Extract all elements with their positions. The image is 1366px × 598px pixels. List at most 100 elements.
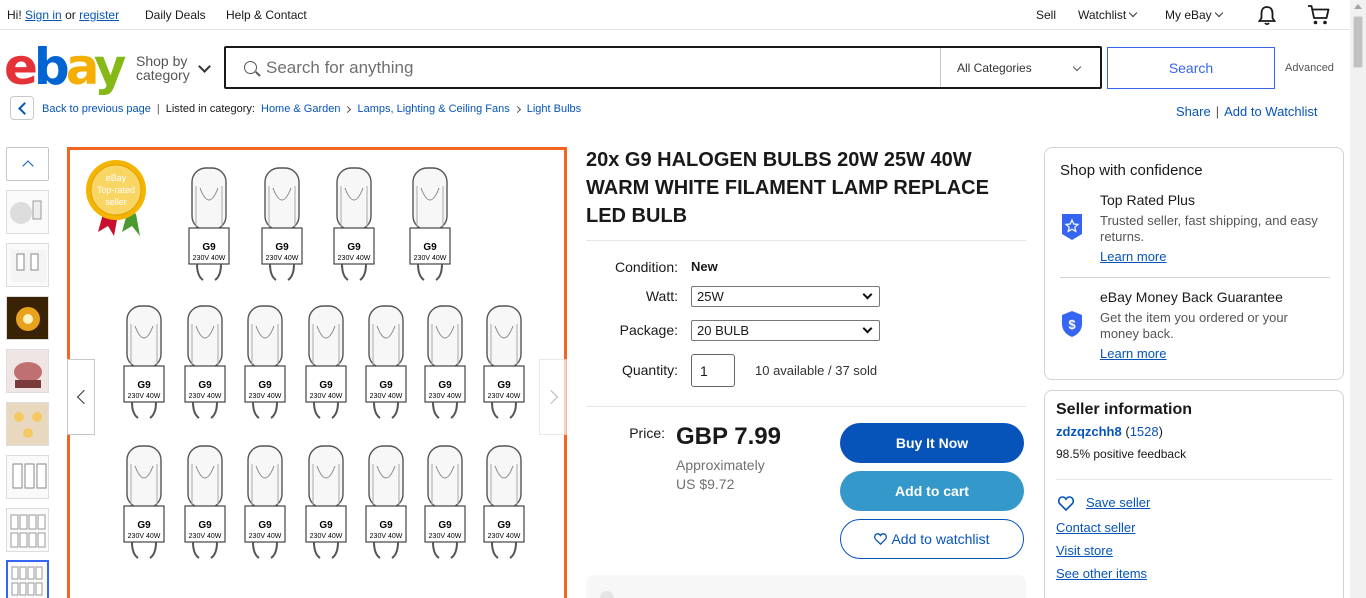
thumbnail[interactable] xyxy=(6,243,49,287)
star-shield-icon xyxy=(1062,214,1082,240)
feedback-count-link[interactable]: 1528 xyxy=(1130,424,1159,439)
quantity-input[interactable]: 1 xyxy=(691,354,735,387)
watchlist-menu[interactable]: Watchlist xyxy=(1078,8,1138,22)
add-to-watchlist-button[interactable]: Add to watchlist xyxy=(840,519,1024,559)
chevron-down-icon xyxy=(1128,8,1138,18)
svg-text:G9: G9 xyxy=(198,380,212,391)
chevron-down-icon[interactable] xyxy=(198,60,211,73)
svg-text:230V 40W: 230V 40W xyxy=(310,533,343,540)
or-text: or xyxy=(65,8,76,22)
svg-text:230V 40W: 230V 40W xyxy=(249,533,282,540)
category-select[interactable]: All Categories xyxy=(940,48,1100,87)
sell-link[interactable]: Sell xyxy=(1036,8,1056,22)
condition-label: Condition: xyxy=(614,259,678,275)
thumbnail[interactable] xyxy=(6,190,49,234)
badge-line2: Top-rated xyxy=(97,185,135,195)
svg-text:G9: G9 xyxy=(275,242,289,253)
scroll-up-icon[interactable] xyxy=(1354,4,1362,9)
daily-deals-link[interactable]: Daily Deals xyxy=(145,8,206,22)
breadcrumb-home-garden[interactable]: Home & Garden xyxy=(261,103,340,115)
chevron-down-icon xyxy=(1072,62,1082,72)
register-link[interactable]: register xyxy=(79,8,119,22)
save-seller-link[interactable]: Save seller xyxy=(1086,495,1150,510)
dollar-shield-icon: $ xyxy=(1062,311,1082,337)
buy-it-now-button[interactable]: Buy It Now xyxy=(840,423,1024,463)
svg-text:230V 40W: 230V 40W xyxy=(429,393,462,400)
chevron-down-icon xyxy=(1214,8,1223,18)
search-input[interactable] xyxy=(266,56,926,80)
add-to-watchlist-link[interactable]: Add to Watchlist xyxy=(1224,104,1317,119)
my-ebay-label: My eBay xyxy=(1165,8,1212,22)
thumbnail[interactable] xyxy=(6,455,49,499)
chevron-up-icon[interactable] xyxy=(6,147,49,181)
add-to-cart-button[interactable]: Add to cart xyxy=(840,471,1024,511)
svg-text:230V 40W: 230V 40W xyxy=(128,393,161,400)
top-utility-bar: Hi! Sign in or register Daily Deals Help… xyxy=(0,0,1350,30)
add-to-watchlist-label: Add to watchlist xyxy=(891,531,990,547)
positive-feedback: 98.5% positive feedback xyxy=(1056,447,1187,461)
next-image-button[interactable] xyxy=(539,359,567,435)
condition-value: New xyxy=(691,259,718,274)
back-to-previous-link[interactable]: Back to previous page xyxy=(42,103,151,115)
heart-icon[interactable] xyxy=(1058,496,1074,511)
cart-icon[interactable] xyxy=(1307,4,1331,26)
sign-in-link[interactable]: Sign in xyxy=(25,8,62,22)
help-contact-link[interactable]: Help & Contact xyxy=(226,8,307,22)
svg-text:230V 40W: 230V 40W xyxy=(370,393,403,400)
watt-select[interactable]: 25W xyxy=(691,286,880,307)
see-other-items-link[interactable]: See other items xyxy=(1056,566,1147,581)
thumbnail-selected[interactable] xyxy=(6,560,49,598)
thumbnail[interactable] xyxy=(6,296,49,340)
shop-by-category-button[interactable]: Shop by category xyxy=(136,54,190,82)
shop-by-line2: category xyxy=(136,67,190,83)
bell-icon[interactable] xyxy=(1257,5,1277,26)
ebay-logo[interactable]: ebay xyxy=(4,40,126,94)
breadcrumb-light-bulbs[interactable]: Light Bulbs xyxy=(527,103,581,115)
svg-text:G9: G9 xyxy=(319,520,333,531)
svg-text:G9: G9 xyxy=(198,520,212,531)
search-button[interactable]: Search xyxy=(1107,47,1275,89)
previous-image-button[interactable] xyxy=(67,359,95,435)
svg-text:G9: G9 xyxy=(497,380,511,391)
badge-line1: eBay xyxy=(106,173,127,183)
svg-text:230V 40W: 230V 40W xyxy=(193,255,226,262)
info-icon xyxy=(600,591,614,598)
svg-text:G9: G9 xyxy=(202,242,216,253)
svg-text:230V 40W: 230V 40W xyxy=(189,533,222,540)
contact-seller-link[interactable]: Contact seller xyxy=(1056,520,1135,535)
package-select[interactable]: 20 BULB xyxy=(691,320,880,341)
top-rated-title: Top Rated Plus xyxy=(1100,192,1195,208)
seller-name-row: zdzqzchh8 (1528) xyxy=(1056,424,1163,439)
my-ebay-menu[interactable]: My eBay xyxy=(1165,8,1223,22)
svg-text:$: $ xyxy=(1068,317,1076,332)
learn-more-link[interactable]: Learn more xyxy=(1100,249,1166,264)
visit-store-link[interactable]: Visit store xyxy=(1056,543,1113,558)
availability-text: 10 available / 37 sold xyxy=(755,363,878,378)
seller-information-box: Seller information zdzqzchh8 (1528) 98.5… xyxy=(1044,390,1344,598)
divider xyxy=(1056,479,1332,480)
seller-info-title: Seller information xyxy=(1056,401,1193,418)
greeting-text: Hi! xyxy=(7,8,22,22)
page-scrollbar[interactable] xyxy=(1350,0,1366,598)
thumbnail[interactable] xyxy=(6,508,49,552)
learn-more-link[interactable]: Learn more xyxy=(1100,346,1166,361)
money-back-desc: Get the item you ordered or your money b… xyxy=(1100,310,1288,341)
breadcrumb-lamps[interactable]: Lamps, Lighting & Ceiling Fans xyxy=(357,103,509,115)
svg-text:G9: G9 xyxy=(497,520,511,531)
chevron-right-icon xyxy=(344,105,352,113)
svg-text:G9: G9 xyxy=(137,380,151,391)
shop-with-confidence-box: Shop with confidence Top Rated Plus Trus… xyxy=(1044,147,1344,380)
svg-text:G9: G9 xyxy=(258,380,272,391)
seller-name-link[interactable]: zdzqzchh8 xyxy=(1056,424,1122,439)
chevron-left-icon[interactable] xyxy=(10,96,34,120)
thumbnail[interactable] xyxy=(6,349,49,393)
package-value: 20 BULB xyxy=(697,323,750,338)
main-product-image[interactable]: eBay Top-rated seller G9 230V 40W G9 230V … xyxy=(67,147,567,598)
advanced-search-link[interactable]: Advanced xyxy=(1285,62,1334,74)
badge-line3: seller xyxy=(105,197,127,207)
scrollbar-thumb[interactable] xyxy=(1353,16,1363,68)
share-link[interactable]: Share xyxy=(1176,104,1211,119)
thumbnail[interactable] xyxy=(6,402,49,446)
svg-text:G9: G9 xyxy=(137,520,151,531)
divider xyxy=(1060,277,1330,278)
